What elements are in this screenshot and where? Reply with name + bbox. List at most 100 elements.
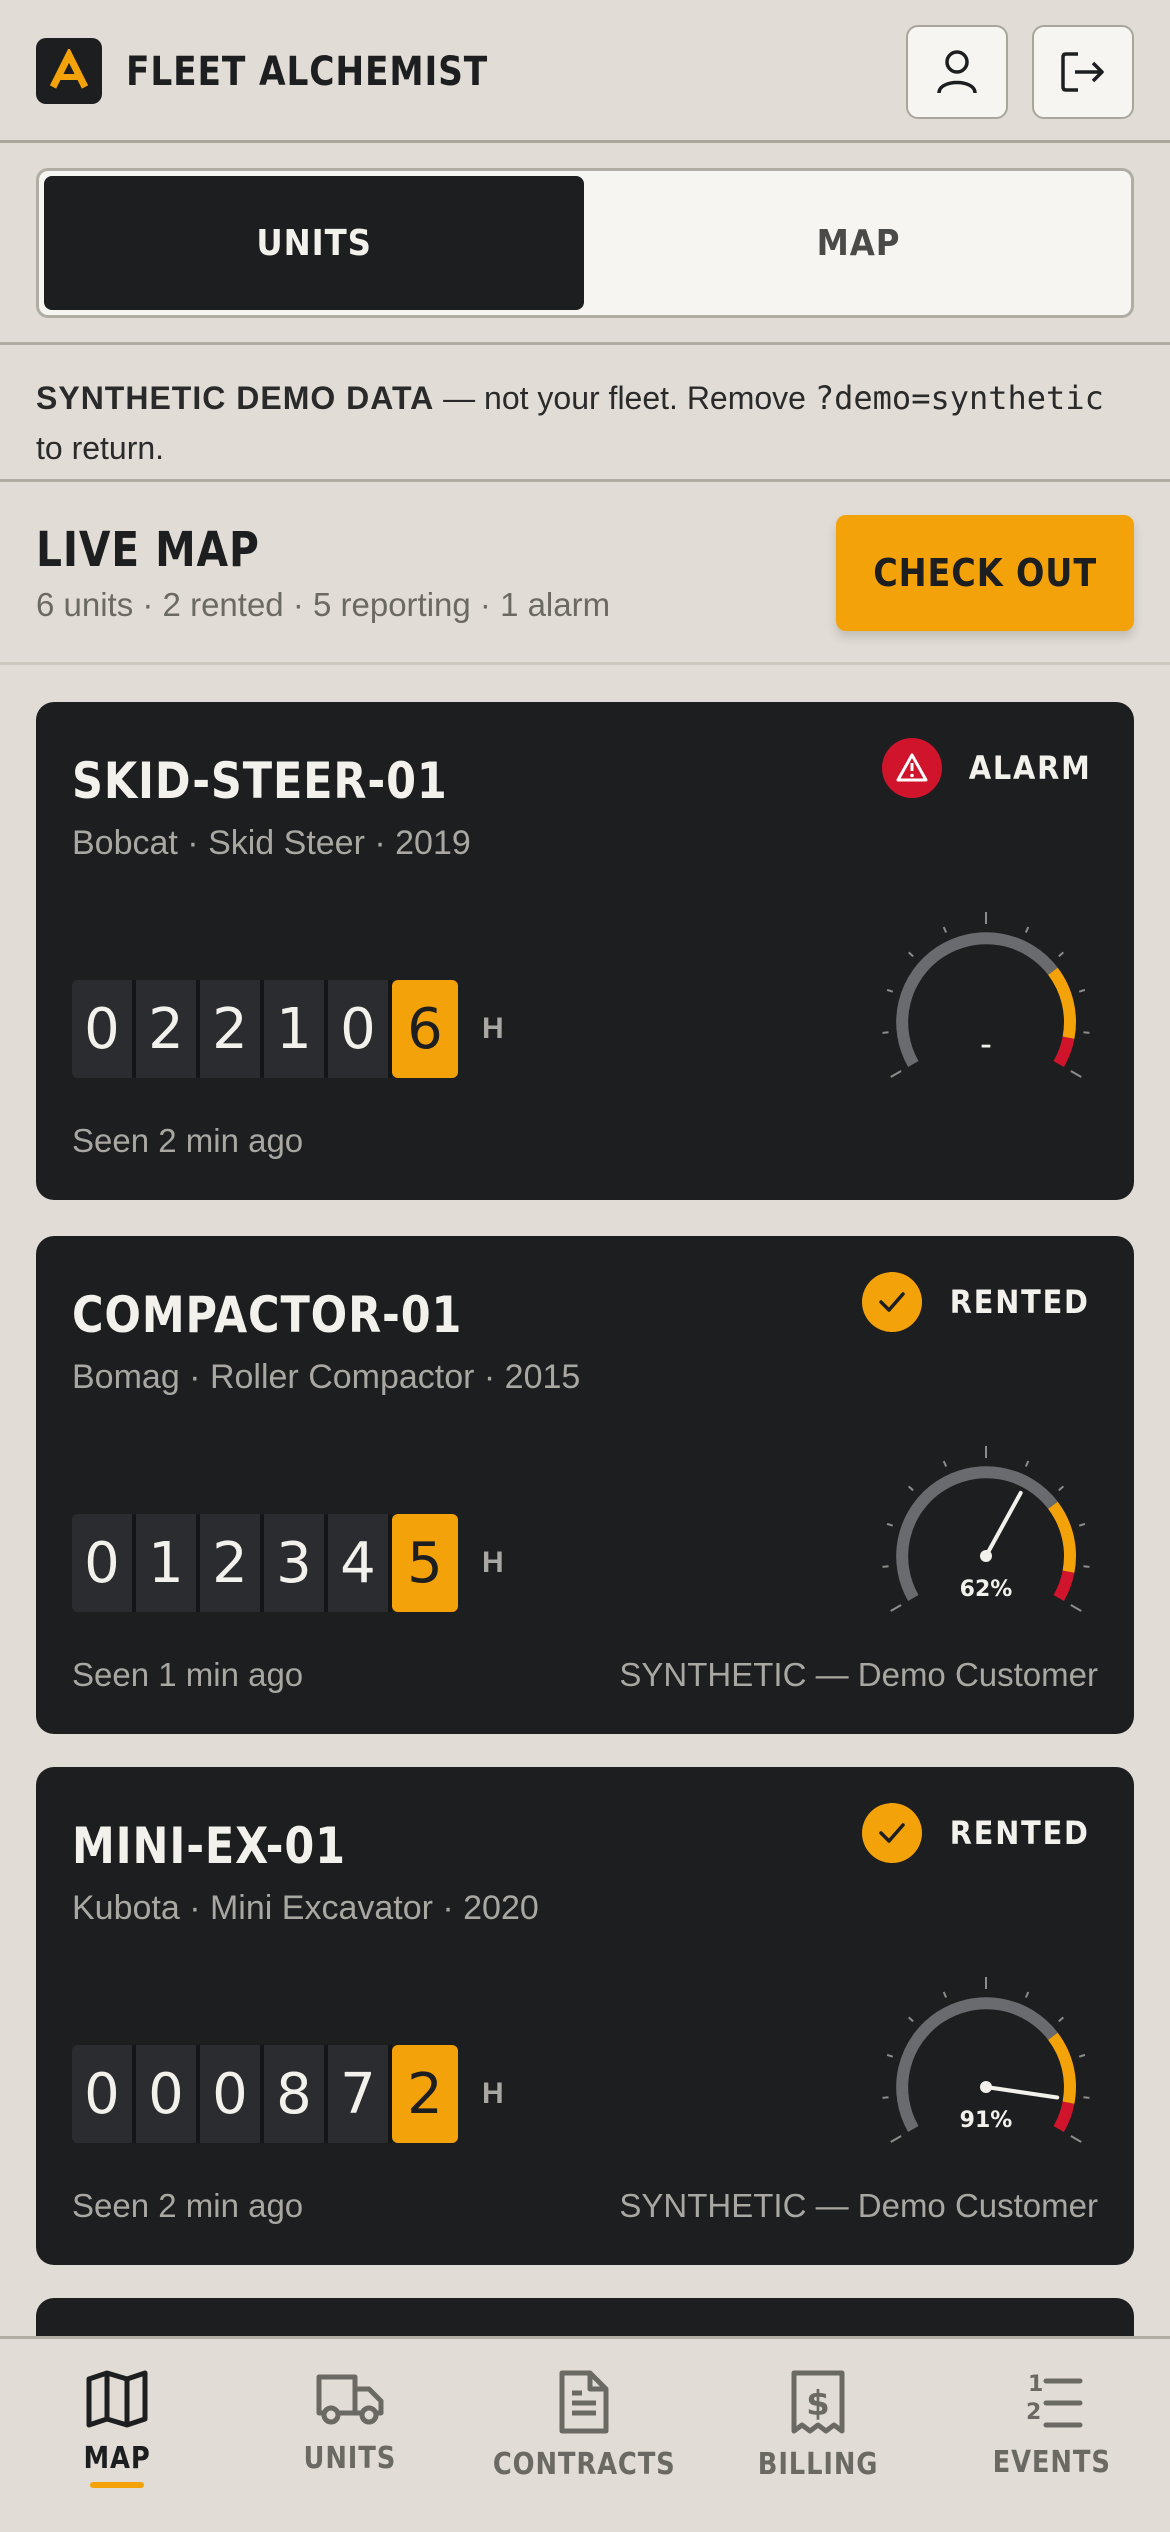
hour-digit: 0 <box>136 2045 200 2143</box>
receipt-dollar-icon: $ <box>791 2370 845 2434</box>
unit-meta: Kubota · Mini Excavator · 2020 <box>72 1889 539 1927</box>
hour-digit: 1 <box>264 980 328 1078</box>
last-seen: Seen 2 min ago <box>72 1122 304 1159</box>
gauge-tick <box>1070 2135 1082 2143</box>
gauge-tick <box>882 1565 889 1568</box>
view-toggle: UNITS MAP <box>36 168 1134 318</box>
gauge-tick <box>882 1031 889 1034</box>
gauge-tick <box>886 988 894 993</box>
nav-contracts[interactable]: CONTRACTS <box>484 2369 684 2482</box>
unit-card[interactable]: COMPACTOR-01 Bomag · Roller Compactor · … <box>36 1236 1134 1734</box>
hour-meter: 0 0 0 8 7 2 H <box>72 2045 504 2143</box>
document-icon <box>559 2370 609 2434</box>
gauge-tick <box>1078 988 1086 993</box>
status-badge: ALARM <box>881 738 1098 798</box>
hour-digit: 0 <box>200 2045 264 2143</box>
hour-digit: 7 <box>328 2045 392 2143</box>
gauge-tick <box>882 2096 889 2099</box>
tab-map[interactable]: MAP <box>589 176 1129 310</box>
active-indicator <box>90 2482 144 2488</box>
gauge-tick <box>1058 951 1064 958</box>
svg-text:1: 1 <box>1028 2372 1043 2397</box>
hour-digit-highlight: 6 <box>392 980 458 1078</box>
check-icon <box>862 1272 923 1332</box>
nav-billing[interactable]: $ BILLING <box>718 2369 918 2482</box>
gauge-label: 91% <box>960 2108 1013 2133</box>
status-label: RENTED <box>950 1283 1091 1321</box>
status-badge: RENTED <box>862 1803 1098 1863</box>
logout-button[interactable] <box>1032 25 1134 119</box>
gauge-tick <box>1024 926 1030 933</box>
svg-text:$: $ <box>806 2384 830 2424</box>
truck-icon <box>316 2374 384 2425</box>
banner-bold: SYNTHETIC DEMO DATA <box>36 380 435 416</box>
profile-button[interactable] <box>906 25 1008 119</box>
unit-name: MINI-EX-01 <box>72 1817 346 1875</box>
gauge-label: 62% <box>960 1577 1013 1602</box>
nav-label: BILLING <box>757 2447 879 2482</box>
gauge-tick <box>1078 2053 1086 2058</box>
gauge-tick <box>1083 1031 1090 1034</box>
gauge-tick <box>886 2053 894 2058</box>
hour-digit: 0 <box>328 980 392 1078</box>
divider <box>0 662 1170 665</box>
tab-units[interactable]: UNITS <box>44 176 584 310</box>
gauge-tick <box>886 1522 894 1527</box>
hour-meter: 0 2 2 1 0 6 H <box>72 980 504 1078</box>
banner-text: — not your fleet. Remove <box>434 380 815 416</box>
gauge-tick <box>1058 1485 1064 1492</box>
hour-digit: 8 <box>264 2045 328 2143</box>
hour-digit-highlight: 5 <box>392 1514 458 1612</box>
unit-name: COMPACTOR-01 <box>72 1286 463 1344</box>
hour-digit: 1 <box>136 1514 200 1612</box>
banner-code: ?demo=synthetic <box>814 379 1104 417</box>
logo-a-icon <box>49 49 89 89</box>
warning-icon <box>881 738 942 798</box>
gauge-tick <box>1083 1565 1090 1568</box>
gauge-tick <box>908 2016 914 2023</box>
hour-digit: 0 <box>72 980 136 1078</box>
customer-name: SYNTHETIC — Demo Customer <box>619 1656 1098 1693</box>
last-seen: Seen 2 min ago <box>72 2187 304 2224</box>
unit-card[interactable]: SKID-STEER-01 Bobcat · Skid Steer · 2019… <box>36 702 1134 1200</box>
nav-label: MAP <box>83 2441 151 2476</box>
logout-icon <box>1061 52 1104 92</box>
gauge-tick <box>890 1070 902 1078</box>
demo-data-banner: SYNTHETIC DEMO DATA — not your fleet. Re… <box>0 342 1170 482</box>
status-badge: RENTED <box>862 1272 1098 1332</box>
gauge-label: – <box>981 1033 992 1058</box>
gauge-tick <box>1024 1460 1030 1467</box>
hours-unit: H <box>482 2077 504 2110</box>
banner-tail: to return. <box>36 430 165 466</box>
nav-units[interactable]: UNITS <box>250 2369 450 2476</box>
gauge-tick <box>1083 2096 1090 2099</box>
status-label: ALARM <box>968 749 1092 787</box>
check-out-button[interactable]: CHECK OUT <box>836 515 1134 631</box>
hour-digit-highlight: 2 <box>392 2045 458 2143</box>
fleet-summary: 6 units · 2 rented · 5 reporting · 1 ala… <box>36 586 611 623</box>
app-title: FLEET ALCHEMIST <box>126 49 489 95</box>
gauge-tick <box>942 1460 948 1467</box>
gauge-tick <box>908 1485 914 1492</box>
svg-text:2: 2 <box>1026 2400 1041 2425</box>
hour-digit: 0 <box>72 2045 136 2143</box>
user-icon <box>937 50 977 94</box>
gauge-tick <box>942 1991 948 1998</box>
bottom-navigation: MAP UNITS CONTRACTS $ BILLING 1 2 EVENTS <box>0 2336 1170 2532</box>
check-icon <box>862 1803 923 1863</box>
gauge-tick <box>890 1604 902 1612</box>
hour-digit: 4 <box>328 1514 392 1612</box>
fuel-gauge: 62% <box>882 1446 1090 1612</box>
hour-digit: 2 <box>136 980 200 1078</box>
numbered-list-icon: 1 2 <box>1026 2372 1083 2428</box>
hour-digit: 3 <box>264 1514 328 1612</box>
unit-name: SKID-STEER-01 <box>72 752 448 810</box>
hours-unit: H <box>482 1012 504 1045</box>
nav-map[interactable]: MAP <box>17 2369 217 2488</box>
page-title: LIVE MAP <box>36 522 260 578</box>
unit-card[interactable]: MINI-EX-01 Kubota · Mini Excavator · 202… <box>36 1767 1134 2265</box>
gauge-tick <box>1058 2016 1064 2023</box>
gauge-tick <box>1070 1604 1082 1612</box>
nav-events[interactable]: 1 2 EVENTS <box>952 2369 1152 2480</box>
fuel-gauge: 91% <box>882 1977 1090 2143</box>
